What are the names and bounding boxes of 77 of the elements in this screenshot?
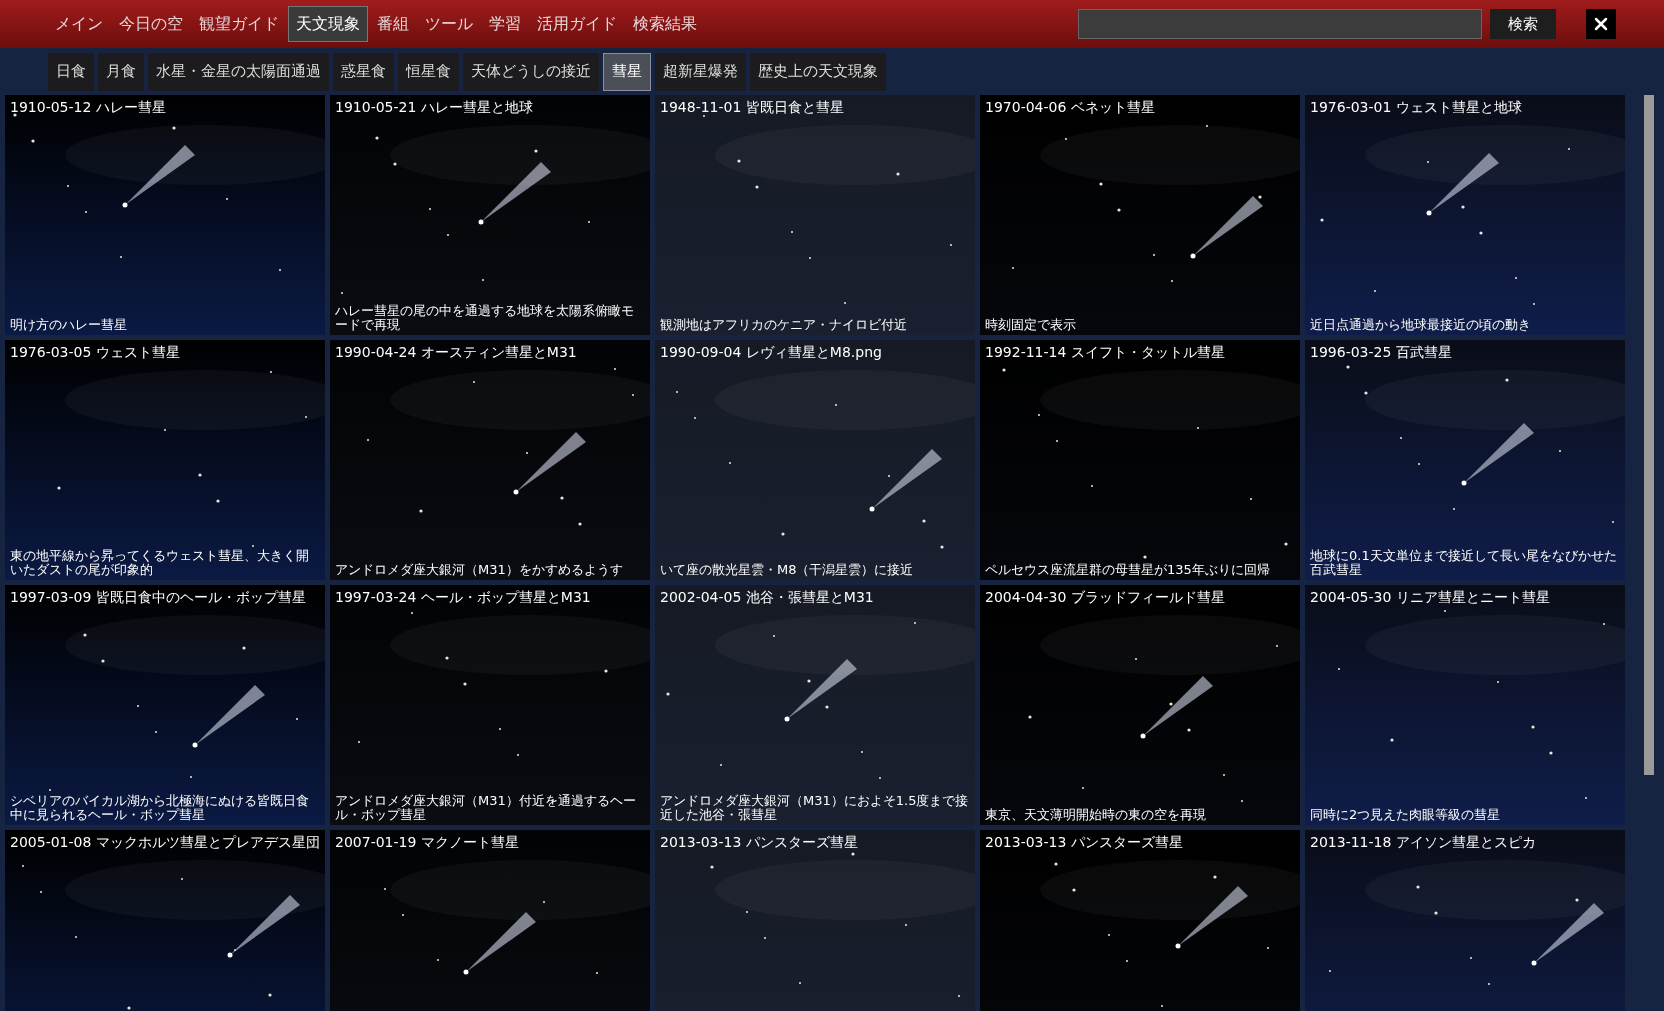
card-title: 1976-03-01 ウェスト彗星と地球 xyxy=(1309,98,1523,116)
category-tab[interactable]: 月食 xyxy=(98,52,144,91)
card-caption: ハレー彗星の尾の中を通過する地球を太陽系俯瞰モードで再現 xyxy=(334,304,635,334)
card-title: 2007-01-19 マクノート彗星 xyxy=(334,833,520,851)
category-tab[interactable]: 恒星食 xyxy=(398,52,459,91)
card-caption: シベリアのバイカル湖から北極海にぬける皆既日食中に見られるヘール・ボップ彗星 xyxy=(9,794,310,824)
event-card[interactable]: 2013-03-13 パンスターズ彗星 xyxy=(655,830,975,1011)
event-card[interactable]: 2013-11-18 アイソン彗星とスピカ xyxy=(1305,830,1625,1011)
card-caption: 東の地平線から昇ってくるウェスト彗星、大きく開いたダストの尾が印象的 xyxy=(9,549,310,579)
card-title: 2013-03-13 パンスターズ彗星 xyxy=(984,833,1184,851)
category-tab[interactable]: 水星・金星の太陽面通過 xyxy=(148,52,329,91)
nav-tab[interactable]: 今日の空 xyxy=(112,6,190,42)
card-title: 1997-03-09 皆既日食中のヘール・ボップ彗星 xyxy=(9,588,307,606)
card-title: 1948-11-01 皆既日食と彗星 xyxy=(659,98,845,116)
nav-tab[interactable]: 検索結果 xyxy=(626,6,704,42)
card-title: 1970-04-06 ベネット彗星 xyxy=(984,98,1156,116)
card-caption: アンドロメダ座大銀河（M31）をかすめるようす xyxy=(334,563,624,579)
card-caption: アンドロメダ座大銀河（M31）付近を通過するヘール・ボップ彗星 xyxy=(334,794,637,824)
card-caption: いて座の散光星雲・M8（干潟星雲）に接近 xyxy=(659,563,915,579)
event-card[interactable]: 1990-04-24 オースティン彗星とM31 アンドロメダ座大銀河（M31）をかすめるようす xyxy=(330,340,650,580)
card-title: 1996-03-25 百武彗星 xyxy=(1309,343,1453,361)
event-card[interactable]: 1997-03-09 皆既日食中のヘール・ボップ彗星 シベリアのバイカル湖から北極海にぬける皆既日食中に見られるヘール・ボップ彗星 xyxy=(5,585,325,825)
nav-tab[interactable]: 番組 xyxy=(370,6,416,42)
search-button[interactable]: 検索 xyxy=(1490,9,1556,39)
event-card[interactable]: 2004-04-30 ブラッドフィールド彗星 東京、天文薄明開始時の東の空を再現 xyxy=(980,585,1300,825)
card-title: 2005-01-08 マックホルツ彗星とプレアデス星団 xyxy=(9,833,321,851)
card-title: 2013-11-18 アイソン彗星とスピカ xyxy=(1309,833,1537,851)
card-caption: 地球に0.1天文単位まで接近して長い尾をなびかせた百武彗星 xyxy=(1309,549,1618,579)
close-button[interactable] xyxy=(1586,9,1616,39)
nav-tab[interactable]: メイン xyxy=(48,6,110,42)
card-caption: 時刻固定で表示 xyxy=(984,318,1077,334)
scrollbar[interactable] xyxy=(1644,95,1654,775)
card-title: 2004-05-30 リニア彗星とニート彗星 xyxy=(1309,588,1551,606)
category-tab[interactable]: 超新星爆発 xyxy=(655,52,746,91)
event-card[interactable]: 1910-05-12 ハレー彗星 明け方のハレー彗星 xyxy=(5,95,325,335)
event-card[interactable]: 1997-03-24 ヘール・ボップ彗星とM31 アンドロメダ座大銀河（M31）付近を通過するヘール・ボップ彗星 xyxy=(330,585,650,825)
card-title: 2004-04-30 ブラッドフィールド彗星 xyxy=(984,588,1226,606)
event-card[interactable]: 1992-11-14 スイフト・タットル彗星 ペルセウス座流星群の母彗星が135年ぶりに回帰 xyxy=(980,340,1300,580)
card-caption: 東京、天文薄明開始時の東の空を再現 xyxy=(984,808,1207,824)
search-field[interactable] xyxy=(1078,9,1482,39)
event-card[interactable]: 2005-01-08 マックホルツ彗星とプレアデス星団 xyxy=(5,830,325,1011)
card-title: 1976-03-05 ウェスト彗星 xyxy=(9,343,181,361)
event-card[interactable]: 2002-04-05 池谷・張彗星とM31 アンドロメダ座大銀河（M31）におよそ1.5度まで接近した池谷・張彗星 xyxy=(655,585,975,825)
card-title: 2013-03-13 パンスターズ彗星 xyxy=(659,833,859,851)
card-caption: アンドロメダ座大銀河（M31）におよそ1.5度まで接近した池谷・張彗星 xyxy=(659,794,970,824)
event-card[interactable]: 1996-03-25 百武彗星 地球に0.1天文単位まで接近して長い尾をなびかせた百武彗星 xyxy=(1305,340,1625,580)
event-card[interactable]: 1948-11-01 皆既日食と彗星 観測地はアフリカのケニア・ナイロビ付近 xyxy=(655,95,975,335)
card-title: 1992-11-14 スイフト・タットル彗星 xyxy=(984,343,1226,361)
event-card[interactable]: 1990-09-04 レヴィ彗星とM8.png いて座の散光星雲・M8（干潟星雲）に接近 xyxy=(655,340,975,580)
nav-tab[interactable]: 観望ガイド xyxy=(192,6,286,42)
nav-tab[interactable]: 学習 xyxy=(482,6,528,42)
card-caption: 近日点通過から地球最接近の頃の動き xyxy=(1309,318,1532,334)
event-card[interactable]: 2004-05-30 リニア彗星とニート彗星 同時に2つ見えた肉眼等級の彗星 xyxy=(1305,585,1625,825)
category-tab[interactable]: 惑星食 xyxy=(333,52,394,91)
event-card[interactable]: 1976-03-05 ウェスト彗星 東の地平線から昇ってくるウェスト彗星、大きく開いたダストの尾が印象的 xyxy=(5,340,325,580)
event-card[interactable]: 2013-03-13 パンスターズ彗星 xyxy=(980,830,1300,1011)
nav-tab[interactable]: 活用ガイド xyxy=(530,6,624,42)
nav-tab[interactable]: 天文現象 xyxy=(288,6,368,42)
card-caption: 観測地はアフリカのケニア・ナイロビ付近 xyxy=(659,318,908,334)
event-card[interactable]: 1970-04-06 ベネット彗星 時刻固定で表示 xyxy=(980,95,1300,335)
card-title: 1910-05-12 ハレー彗星 xyxy=(9,98,167,116)
category-tab[interactable]: 歴史上の天文現象 xyxy=(750,52,886,91)
card-caption: 同時に2つ見えた肉眼等級の彗星 xyxy=(1309,808,1502,824)
card-title: 1990-09-04 レヴィ彗星とM8.png xyxy=(659,343,883,361)
nav-tab[interactable]: ツール xyxy=(418,6,480,42)
event-card[interactable]: 1976-03-01 ウェスト彗星と地球 近日点通過から地球最接近の頃の動き xyxy=(1305,95,1625,335)
category-tab[interactable]: 日食 xyxy=(48,52,94,91)
category-tab[interactable]: 天体どうしの接近 xyxy=(463,52,599,91)
card-title: 1990-04-24 オースティン彗星とM31 xyxy=(334,343,578,361)
event-card[interactable]: 2007-01-19 マクノート彗星 xyxy=(330,830,650,1011)
event-card[interactable]: 1910-05-21 ハレー彗星と地球 ハレー彗星の尾の中を通過する地球を太陽系俯瞰モードで再現 xyxy=(330,95,650,335)
card-title: 1910-05-21 ハレー彗星と地球 xyxy=(334,98,534,116)
category-tab[interactable]: 彗星 xyxy=(603,52,651,91)
card-title: 1997-03-24 ヘール・ボップ彗星とM31 xyxy=(334,588,592,606)
card-caption: ペルセウス座流星群の母彗星が135年ぶりに回帰 xyxy=(984,563,1271,579)
card-caption: 明け方のハレー彗星 xyxy=(9,318,128,334)
card-title: 2002-04-05 池谷・張彗星とM31 xyxy=(659,588,875,606)
